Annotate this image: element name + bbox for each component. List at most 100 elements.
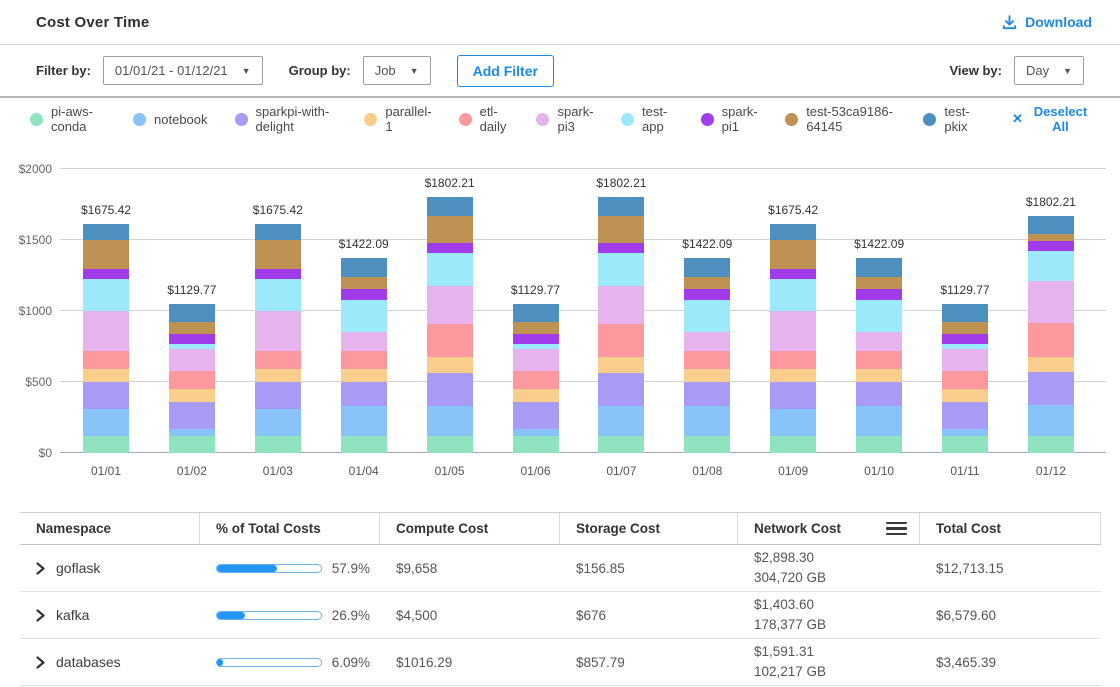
chevron-right-icon [36, 562, 45, 575]
bar-segment-test-pkix [598, 197, 644, 215]
bar-segment-pi-aws-conda [341, 436, 387, 453]
bar-segment-test-53ca9186-64145 [341, 277, 387, 289]
network-cost-cell: $1,591.31102,217 GB [738, 642, 920, 682]
bar-segment-pi-aws-conda [942, 436, 988, 453]
bar-segment-test-53ca9186-64145 [1028, 234, 1074, 241]
column-header-namespace: Namespace [20, 513, 200, 544]
bar-segment-notebook [598, 406, 644, 436]
legend-item-label: pi-aws-conda [51, 104, 106, 134]
bar-segment-spark-pi3 [598, 286, 644, 324]
percent-label: 6.09% [332, 655, 370, 670]
legend-color-dot [536, 113, 549, 126]
legend-item-label: parallel-1 [385, 104, 431, 134]
chevron-down-icon: ▼ [410, 66, 419, 76]
row-expand-chevron[interactable] [36, 609, 45, 622]
bar-segment-spark-pi3 [942, 349, 988, 371]
y-axis-tick-label: $0 [6, 446, 52, 460]
x-axis-tick-label: 01/02 [147, 464, 237, 478]
bar-total-label: $1129.77 [147, 283, 237, 297]
bar-segment-parallel-1 [770, 369, 816, 382]
bar-segment-notebook [341, 406, 387, 436]
add-filter-button[interactable]: Add Filter [457, 55, 554, 87]
progress-fill [217, 659, 223, 666]
x-axis-tick-label: 01/08 [662, 464, 752, 478]
row-expand-chevron[interactable] [36, 656, 45, 669]
legend-item-pi-aws-conda[interactable]: pi-aws-conda [30, 104, 106, 134]
legend-item-parallel-1[interactable]: parallel-1 [364, 104, 431, 134]
bar-segment-spark-pi1 [513, 334, 559, 344]
legend-color-dot [923, 113, 936, 126]
bar-segment-test-app [684, 300, 730, 333]
y-axis-tick-label: $500 [6, 375, 52, 389]
network-cost-gb: 304,720 GB [754, 568, 910, 588]
progress-fill [217, 565, 277, 572]
bar-segment-sparkpi-with-delight [513, 402, 559, 429]
bar-segment-test-pkix [942, 304, 988, 322]
bar-segment-parallel-1 [427, 357, 473, 374]
bar-segment-etl-daily [598, 324, 644, 357]
bar-total-label: $1675.42 [61, 203, 151, 217]
column-header-%-of-total-costs: % of Total Costs [200, 513, 380, 544]
legend-item-test-pkix[interactable]: test-pkix [923, 104, 977, 134]
bar-segment-etl-daily [83, 351, 129, 369]
bar-segment-sparkpi-with-delight [255, 382, 301, 409]
legend-item-spark-pi1[interactable]: spark-pi1 [701, 104, 759, 134]
table-row-databases: databases6.09%$1016.29$857.79$1,591.3110… [20, 639, 1101, 686]
bar-segment-etl-daily [942, 371, 988, 389]
network-cost-dollars: $1,403.60 [754, 595, 910, 615]
total-cost-cell: $12,713.15 [920, 561, 1101, 576]
percent-progress-bar [216, 611, 322, 620]
x-axis-tick-label: 01/01 [61, 464, 151, 478]
column-menu-icon[interactable] [884, 520, 909, 538]
legend-item-test-53ca9186-64145[interactable]: test-53ca9186-64145 [785, 104, 896, 134]
deselect-all-label: Deselect All [1031, 104, 1090, 134]
bar-segment-pi-aws-conda [770, 436, 816, 453]
bar-total-label: $1129.77 [491, 283, 581, 297]
bar-segment-spark-pi3 [856, 332, 902, 350]
bar-segment-notebook [513, 429, 559, 436]
network-cost-cell: $2,898.30304,720 GB [738, 548, 920, 588]
group-by-select[interactable]: Job ▼ [363, 56, 431, 85]
namespace-label: databases [56, 654, 121, 670]
bar-segment-test-app [513, 344, 559, 349]
bar-segment-spark-pi3 [1028, 281, 1074, 323]
chart-plot-area: $0$500$1000$1500$2000$1675.4201/01$1129.… [60, 169, 1106, 453]
bar-segment-spark-pi1 [1028, 241, 1074, 252]
filter-by-label: Filter by: [36, 63, 91, 78]
legend-item-test-app[interactable]: test-app [621, 104, 674, 134]
bar-segment-spark-pi3 [169, 349, 215, 371]
bar-segment-test-app [427, 253, 473, 285]
chevron-right-icon [36, 656, 45, 669]
bar-segment-pi-aws-conda [684, 436, 730, 453]
bar-segment-test-app [856, 300, 902, 333]
bar-segment-test-53ca9186-64145 [856, 277, 902, 289]
namespace-cell: databases [20, 654, 200, 670]
legend-item-notebook[interactable]: notebook [133, 112, 208, 127]
legend-item-label: spark-pi1 [722, 104, 759, 134]
column-header-label: % of Total Costs [216, 521, 321, 536]
group-by-label: Group by: [289, 63, 351, 78]
bar-segment-test-app [942, 344, 988, 349]
deselect-all-button[interactable]: ✕ Deselect All [1012, 104, 1090, 134]
bar-segment-test-53ca9186-64145 [255, 240, 301, 269]
legend-item-spark-pi3[interactable]: spark-pi3 [536, 104, 594, 134]
total-cost-cell: $3,465.39 [920, 655, 1101, 670]
legend-item-label: sparkpi-with-delight [256, 104, 338, 134]
bar-segment-notebook [942, 429, 988, 436]
bar-segment-parallel-1 [856, 369, 902, 382]
deselect-x-icon: ✕ [1012, 111, 1023, 127]
bar-segment-parallel-1 [341, 369, 387, 382]
legend-item-sparkpi-with-delight[interactable]: sparkpi-with-delight [235, 104, 338, 134]
view-by-select[interactable]: Day ▼ [1014, 56, 1084, 85]
date-range-value: 01/01/21 - 01/12/21 [115, 63, 228, 78]
bar-segment-notebook [427, 406, 473, 436]
row-expand-chevron[interactable] [36, 562, 45, 575]
download-button[interactable]: Download [1001, 14, 1092, 31]
table-row-kafka: kafka26.9%$4,500$676$1,403.60178,377 GB$… [20, 592, 1101, 639]
date-range-select[interactable]: 01/01/21 - 01/12/21 ▼ [103, 56, 263, 85]
legend-item-etl-daily[interactable]: etl-daily [459, 104, 510, 134]
table-body: goflask57.9%$9,658$156.85$2,898.30304,72… [20, 545, 1101, 686]
bar-segment-etl-daily [1028, 323, 1074, 357]
legend-color-dot [621, 113, 634, 126]
storage-cost-cell: $857.79 [560, 655, 738, 670]
